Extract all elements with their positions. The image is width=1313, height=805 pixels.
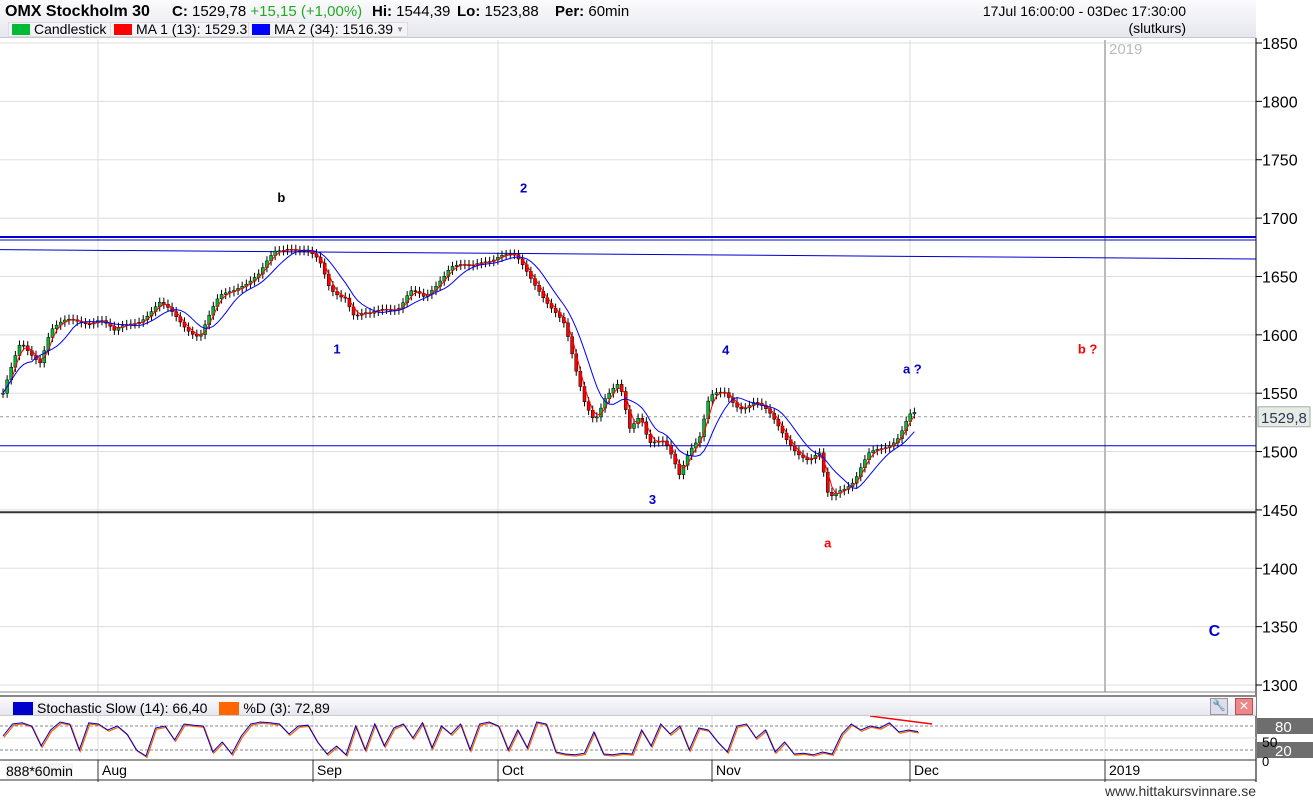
candle [413, 290, 418, 292]
wave-label: 1 [333, 342, 340, 357]
candle [830, 492, 834, 496]
stochastic-header: Stochastic Slow (14): 66,40 %D (3): 72,8… [0, 695, 1256, 716]
time-tick-label: Dec [914, 762, 939, 778]
price-tick-label: 1400 [1262, 561, 1298, 578]
candle [595, 416, 599, 419]
candle [714, 392, 719, 395]
stoch-k-label: Stochastic Slow (14): 66,40 [37, 700, 208, 716]
wave-label: 2 [520, 180, 527, 195]
close-icon[interactable]: ✕ [1235, 698, 1253, 715]
footer-website[interactable]: www.hittakursvinnare.se [1105, 783, 1256, 799]
candle [632, 423, 636, 429]
price-tick-label: 1800 [1262, 94, 1298, 111]
time-tick-label: 2019 [1109, 762, 1140, 778]
candle [912, 412, 917, 415]
price-tick-label: 1550 [1262, 386, 1298, 403]
price-tick-label: 1750 [1262, 153, 1298, 170]
candle [38, 359, 42, 364]
swatch [219, 701, 240, 715]
swatch [13, 701, 33, 715]
candle [871, 450, 875, 454]
price-tick-label: 1600 [1262, 328, 1298, 345]
candle [739, 406, 743, 410]
candle [21, 344, 26, 347]
candle [454, 264, 459, 267]
price-chart[interactable]: 1850180017501700165016001550150014501400… [0, 0, 1313, 805]
time-tick-label: Aug [102, 762, 127, 778]
candle [652, 441, 657, 444]
wave-label: b ? [1078, 342, 1098, 357]
year-label: 2019 [1109, 41, 1142, 58]
wave-label: a ? [903, 361, 922, 376]
candle [331, 285, 335, 292]
price-tick-label: 1650 [1262, 269, 1298, 286]
bar-count-label: 888*60min [6, 763, 73, 779]
stoch-d-line [3, 722, 920, 759]
wave-label: 3 [649, 492, 656, 507]
wave-label: a [824, 535, 832, 550]
candle [615, 384, 620, 389]
wave-label: b [277, 190, 285, 205]
candle [355, 314, 360, 317]
last-price-label: 1529,8 [1261, 410, 1307, 427]
candle [223, 292, 228, 295]
candle [54, 324, 59, 330]
time-tick-label: Sep [317, 762, 342, 778]
wrench-icon[interactable]: 🔧 [1210, 698, 1228, 715]
trend-line [0, 249, 1257, 260]
price-tick-label: 1300 [1262, 678, 1298, 695]
stoch-level-label: 50 [1262, 734, 1278, 750]
stoch-level-label: 0 [1262, 754, 1269, 769]
wave-label: 4 [722, 343, 730, 358]
price-tick-label: 1450 [1262, 503, 1298, 520]
time-tick-label: Oct [502, 762, 524, 778]
time-tick-label: Nov [716, 762, 741, 778]
price-tick-label: 1500 [1262, 445, 1298, 462]
ma1-line [2, 249, 915, 495]
ma2-line [2, 249, 915, 489]
candle [1, 392, 5, 395]
wave-label: C [1209, 623, 1221, 640]
price-tick-label: 1700 [1262, 211, 1298, 228]
price-tick-label: 1850 [1262, 36, 1298, 53]
divergence-line [869, 715, 933, 725]
price-tick-label: 1350 [1262, 620, 1298, 637]
candle [710, 394, 715, 402]
stoch-d-label: %D (3): 72,89 [243, 700, 330, 716]
